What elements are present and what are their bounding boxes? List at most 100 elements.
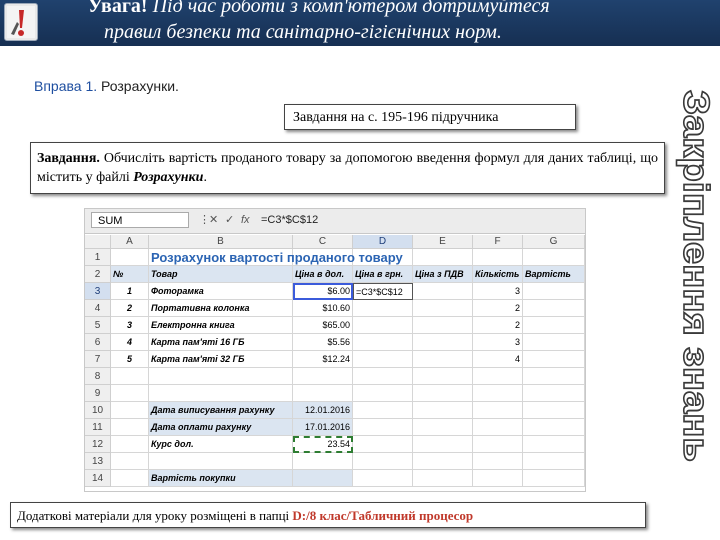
- name-box[interactable]: SUM: [91, 212, 189, 228]
- cell-B7[interactable]: Карта пам'яті 32 ГБ: [149, 351, 293, 368]
- row-header-12[interactable]: 12: [85, 436, 111, 453]
- cell-B13[interactable]: [149, 453, 293, 470]
- column-header-d[interactable]: D: [353, 235, 413, 249]
- cell-E10[interactable]: [413, 402, 473, 419]
- cell-G4[interactable]: [523, 300, 585, 317]
- row-header-10[interactable]: 10: [85, 402, 111, 419]
- cell-A14[interactable]: [111, 470, 149, 487]
- cell-A7[interactable]: 5: [111, 351, 149, 368]
- cell-B4[interactable]: Портативна колонка: [149, 300, 293, 317]
- cell-A9[interactable]: [111, 385, 149, 402]
- cell-E7[interactable]: [413, 351, 473, 368]
- cell-D9[interactable]: [353, 385, 413, 402]
- cell-D12[interactable]: [353, 436, 413, 453]
- cell-C2[interactable]: Ціна в дол.: [293, 266, 353, 283]
- cell-B11[interactable]: Дата оплати рахунку: [149, 419, 293, 436]
- cell-E13[interactable]: [413, 453, 473, 470]
- cell-A5[interactable]: 3: [111, 317, 149, 334]
- row-header-5[interactable]: 5: [85, 317, 111, 334]
- cell-B2[interactable]: Товар: [149, 266, 293, 283]
- function-icon[interactable]: fx: [241, 213, 250, 228]
- cell-A4[interactable]: 2: [111, 300, 149, 317]
- cell-E12[interactable]: [413, 436, 473, 453]
- row-header-4[interactable]: 4: [85, 300, 111, 317]
- cell-F8[interactable]: [473, 368, 523, 385]
- cell-B3[interactable]: Фоторамка: [149, 283, 293, 300]
- cell-G1[interactable]: [523, 249, 585, 266]
- cell-C12[interactable]: 23.54: [293, 436, 353, 453]
- cell-E2[interactable]: Ціна з ПДВ: [413, 266, 473, 283]
- cell-D13[interactable]: [353, 453, 413, 470]
- cancel-icon[interactable]: ✕: [209, 213, 218, 228]
- formula-input[interactable]: =C3*$C$12: [261, 213, 318, 228]
- cell-A3[interactable]: 1: [111, 283, 149, 300]
- cell-B8[interactable]: [149, 368, 293, 385]
- row-header-13[interactable]: 13: [85, 453, 111, 470]
- cell-B6[interactable]: Карта пам'яті 16 ГБ: [149, 334, 293, 351]
- cell-A11[interactable]: [111, 419, 149, 436]
- select-all-corner[interactable]: [85, 235, 111, 249]
- cell-C4[interactable]: $10.60: [293, 300, 353, 317]
- cell-F3[interactable]: 3: [473, 283, 523, 300]
- row-header-7[interactable]: 7: [85, 351, 111, 368]
- cell-B12[interactable]: Курс дол.: [149, 436, 293, 453]
- cell-C9[interactable]: [293, 385, 353, 402]
- column-header-a[interactable]: A: [111, 235, 149, 249]
- cell-G10[interactable]: [523, 402, 585, 419]
- cell-A1[interactable]: [111, 249, 149, 266]
- cell-G8[interactable]: [523, 368, 585, 385]
- cell-C5[interactable]: $65.00: [293, 317, 353, 334]
- cell-B14[interactable]: Вартість покупки: [149, 470, 293, 487]
- cell-D11[interactable]: [353, 419, 413, 436]
- cell-B10[interactable]: Дата виписування рахунку: [149, 402, 293, 419]
- cell-G6[interactable]: [523, 334, 585, 351]
- cell-F14[interactable]: [473, 470, 523, 487]
- confirm-icon[interactable]: ✓: [225, 213, 234, 228]
- cell-A2[interactable]: №: [111, 266, 149, 283]
- row-header-6[interactable]: 6: [85, 334, 111, 351]
- column-header-b[interactable]: B: [149, 235, 293, 249]
- cell-C7[interactable]: $12.24: [293, 351, 353, 368]
- row-header-2[interactable]: 2: [85, 266, 111, 283]
- cell-G14[interactable]: [523, 470, 585, 487]
- row-header-9[interactable]: 9: [85, 385, 111, 402]
- column-header-f[interactable]: F: [473, 235, 523, 249]
- cell-C3[interactable]: $6.00: [293, 283, 353, 300]
- cell-F13[interactable]: [473, 453, 523, 470]
- cell-A13[interactable]: [111, 453, 149, 470]
- cell-D4[interactable]: [353, 300, 413, 317]
- cell-F1[interactable]: [473, 249, 523, 266]
- cell-E5[interactable]: [413, 317, 473, 334]
- cell-G7[interactable]: [523, 351, 585, 368]
- cell-E8[interactable]: [413, 368, 473, 385]
- cell-E4[interactable]: [413, 300, 473, 317]
- cell-D6[interactable]: [353, 334, 413, 351]
- cell-G9[interactable]: [523, 385, 585, 402]
- cell-F5[interactable]: 2: [473, 317, 523, 334]
- cell-E14[interactable]: [413, 470, 473, 487]
- cell-D5[interactable]: [353, 317, 413, 334]
- cell-E1[interactable]: [413, 249, 473, 266]
- cell-F6[interactable]: 3: [473, 334, 523, 351]
- cell-B9[interactable]: [149, 385, 293, 402]
- cell-G13[interactable]: [523, 453, 585, 470]
- cell-B5[interactable]: Електронна книга: [149, 317, 293, 334]
- row-header-1[interactable]: 1: [85, 249, 111, 266]
- cell-G11[interactable]: [523, 419, 585, 436]
- cell-G5[interactable]: [523, 317, 585, 334]
- cell-A8[interactable]: [111, 368, 149, 385]
- cell-C8[interactable]: [293, 368, 353, 385]
- cell-F9[interactable]: [473, 385, 523, 402]
- cell-E9[interactable]: [413, 385, 473, 402]
- cell-D10[interactable]: [353, 402, 413, 419]
- cell-F12[interactable]: [473, 436, 523, 453]
- cell-C6[interactable]: $5.56: [293, 334, 353, 351]
- cell-C13[interactable]: [293, 453, 353, 470]
- cell-A10[interactable]: [111, 402, 149, 419]
- cell-G2[interactable]: Вартість: [523, 266, 585, 283]
- column-header-e[interactable]: E: [413, 235, 473, 249]
- cell-A12[interactable]: [111, 436, 149, 453]
- cell-G12[interactable]: [523, 436, 585, 453]
- cell-E3[interactable]: [413, 283, 473, 300]
- cell-D14[interactable]: [353, 470, 413, 487]
